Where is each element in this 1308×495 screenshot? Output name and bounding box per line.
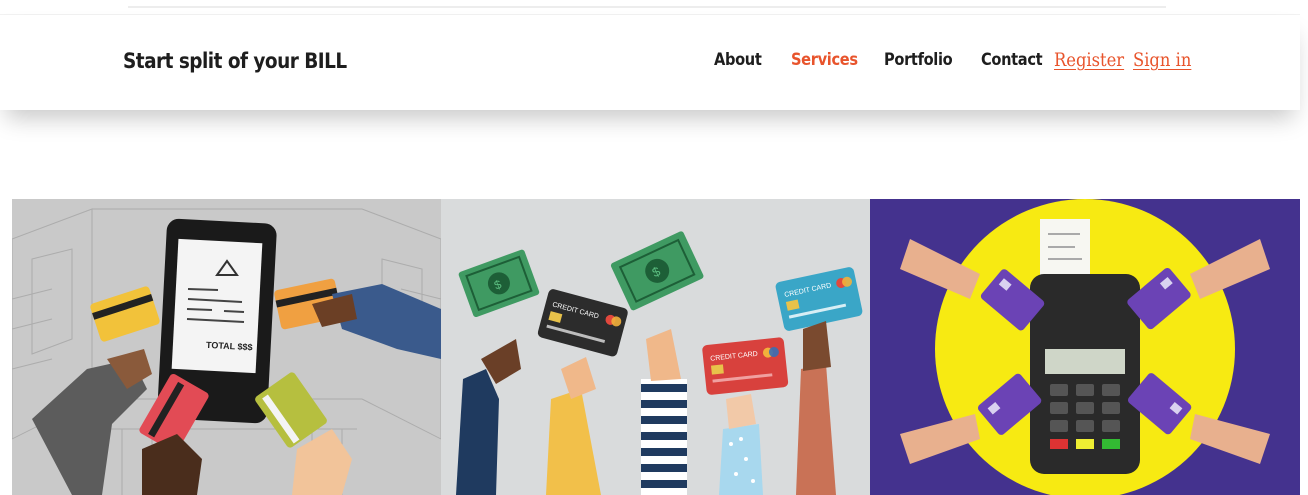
register-link[interactable]: Register [1054,49,1124,71]
gallery-image-card-terminal [870,199,1300,495]
nav-contact[interactable]: Contact [981,50,1043,70]
gallery-image-raised-hands: $ CREDIT CARD $ CREDIT CARD CREDIT CARD [441,199,870,495]
gallery-image-bill-phone: TOTAL $$$ [12,199,441,495]
brand-title[interactable]: Start split of your BILL [123,49,347,73]
nav-portfolio[interactable]: Portfolio [884,50,953,70]
nav-services[interactable]: Services [791,50,858,70]
raised-hands-illustration: $ CREDIT CARD $ CREDIT CARD CREDIT CARD [441,199,870,495]
signin-link[interactable]: Sign in [1133,49,1191,71]
nav-about[interactable]: About [714,50,762,70]
site-header: Start split of your BILL About Services … [0,15,1300,110]
top-divider [128,6,1166,8]
bill-phone-illustration: TOTAL $$$ [12,199,441,495]
card-terminal-illustration [870,199,1300,495]
